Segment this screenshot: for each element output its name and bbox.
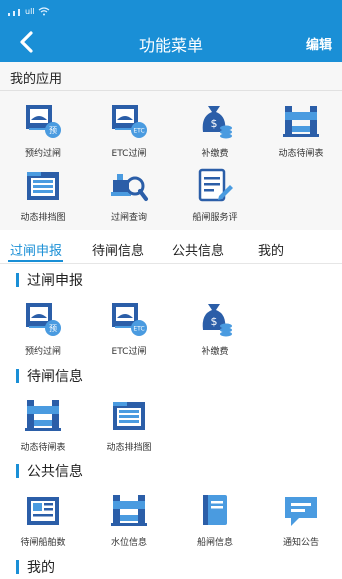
edit-button[interactable]: 编辑 [306, 34, 332, 53]
app-tile-label: 补缴费 [201, 149, 229, 159]
etc-gate-icon: ETC [109, 102, 149, 142]
app-tile-label: 动态排挡图 [106, 443, 152, 453]
etc-gate-icon: ETC [109, 300, 149, 340]
app-tile-label: 通知公告 [282, 538, 319, 548]
page-title: 功能菜单 [138, 36, 203, 55]
svg-text:$: $ [211, 117, 218, 130]
money-bag-icon: $ [195, 300, 235, 340]
app-tile-label: 动态排挡图 [20, 213, 66, 223]
app-tile-label: ETC过闸 [111, 149, 147, 159]
svg-text:ETC: ETC [133, 326, 144, 333]
app-tile-label: 过闸查询 [110, 213, 147, 223]
carrier-text: ull [25, 7, 35, 16]
tab-waiting-info[interactable]: 待闸信息 [92, 240, 144, 259]
app-tile[interactable]: 待闸船舶数 [0, 491, 86, 551]
ship-search-icon [109, 166, 149, 206]
my-apps-heading: 我的应用 [10, 72, 63, 87]
reservation-gate-icon: 预 [23, 102, 63, 142]
section-title: 过闸申报 [16, 270, 83, 290]
app-tile[interactable]: 动态排挡图 [0, 166, 86, 226]
app-tile[interactable]: 水位信息 [86, 491, 172, 551]
lock-gate-icon [109, 491, 149, 531]
nav-bar: 功能菜单 编辑 [0, 22, 342, 62]
app-tile[interactable]: 动态待闸表 [258, 102, 342, 162]
signal-icon: ull [8, 4, 334, 16]
app-tile-label: 预约过闸 [24, 149, 61, 159]
money-bag-icon: $ [195, 102, 235, 142]
app-tile[interactable]: 动态排挡图 [86, 396, 172, 456]
app-tile-label: 船闸信息 [196, 538, 233, 548]
schedule-table-icon [23, 166, 63, 206]
lock-gate-icon [281, 102, 321, 142]
schedule-table-icon [109, 396, 149, 436]
svg-text:ETC: ETC [133, 128, 144, 135]
my-apps-section: 我的应用 预预约过闸 ETC ETC过闸 $ 补缴费 动态待闸表动态排挡图 过闸查询 船闸服务… [0, 62, 342, 230]
active-tab-indicator [8, 260, 63, 262]
app-tile-label: 船闸服务评 [192, 213, 238, 223]
app-tile[interactable]: 船闸信息 [172, 491, 258, 551]
app-tile[interactable]: 预预约过闸 [0, 300, 86, 360]
app-tile-label: 补缴费 [201, 347, 229, 357]
svg-text:$: $ [211, 315, 218, 328]
app-tile[interactable]: ETC ETC过闸 [86, 300, 172, 360]
app-tile[interactable]: 预预约过闸 [0, 102, 86, 162]
section-title: 我的 [16, 557, 55, 577]
app-tile-label: 水位信息 [110, 538, 147, 548]
app-tile[interactable]: 动态待闸表 [0, 396, 86, 456]
section-title: 公共信息 [16, 461, 83, 481]
app-tile-label: 待闸船舶数 [20, 538, 66, 548]
svg-text:预: 预 [49, 125, 57, 135]
news-doc-icon [23, 491, 63, 531]
svg-text:预: 预 [49, 323, 57, 333]
wifi-icon [38, 7, 49, 16]
tab-bar: 过闸申报 待闸信息 公共信息 我的 [0, 230, 342, 264]
tab-mine[interactable]: 我的 [258, 240, 284, 259]
review-edit-icon [195, 166, 235, 206]
app-tile-label: 动态待闸表 [20, 443, 66, 453]
app-tile[interactable]: 通知公告 [258, 491, 342, 551]
app-tile[interactable]: 船闸服务评 [172, 166, 258, 226]
app-tile[interactable]: 过闸查询 [86, 166, 172, 226]
divider [0, 90, 342, 91]
message-bubble-icon [281, 491, 321, 531]
reservation-gate-icon: 预 [23, 300, 63, 340]
app-tile[interactable]: $ 补缴费 [172, 300, 258, 360]
section-title: 待闸信息 [16, 366, 83, 386]
tab-public-info[interactable]: 公共信息 [172, 240, 224, 259]
lock-gate-icon [23, 396, 63, 436]
app-tile-label: 预约过闸 [24, 347, 61, 357]
status-bar: ull [0, 0, 342, 22]
app-tile-label: 动态待闸表 [278, 149, 324, 159]
app-tile[interactable]: ETC ETC过闸 [86, 102, 172, 162]
app-tile-label: ETC过闸 [111, 347, 147, 357]
tab-declaration[interactable]: 过闸申报 [10, 240, 62, 259]
app-tile[interactable]: $ 补缴费 [172, 102, 258, 162]
book-icon [195, 491, 235, 531]
